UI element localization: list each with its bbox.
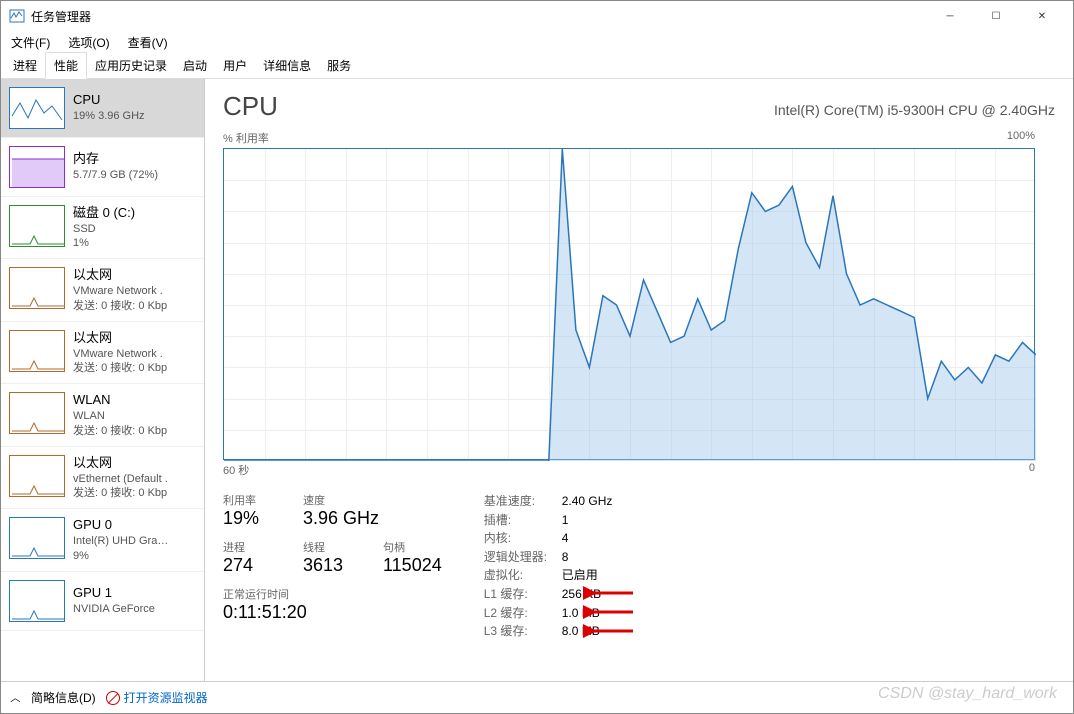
speed-label: 速度 (303, 492, 379, 508)
window-controls: ─ ☐ ✕ (927, 1, 1065, 31)
sidebar-item-sub: VMware Network . (73, 347, 167, 361)
tab-users[interactable]: 用户 (215, 53, 255, 78)
sidebar-item-sub: VMware Network . (73, 284, 167, 298)
spec-table: 基准速度:2.40 GHz 插槽:1 内核:4 逻辑处理器:8 虚拟化:已启用 … (484, 492, 613, 641)
cpu-chart (223, 148, 1035, 460)
uptime-value: 0:11:51:20 (223, 602, 442, 623)
tab-services[interactable]: 服务 (319, 53, 359, 78)
resmon-icon (106, 691, 120, 705)
menu-view[interactable]: 查看(V) (124, 32, 172, 53)
sidebar-item-2[interactable]: 磁盘 0 (C:)SSD1% (1, 197, 204, 259)
spec-l2: 1.0 MB (562, 604, 600, 623)
sidebar-thumb (9, 330, 65, 372)
sidebar-item-title: 以太网 (73, 455, 168, 472)
sidebar-thumb (9, 392, 65, 434)
spec-l3: 8.0 MB (562, 622, 600, 641)
brief-info-link[interactable]: 简略信息(D) (31, 689, 96, 706)
sidebar-thumb (9, 580, 65, 622)
menu-file[interactable]: 文件(F) (7, 32, 54, 53)
page-title: CPU (223, 91, 278, 122)
sidebar-thumb (9, 205, 65, 247)
tabbar: 进程 性能 应用历史记录 启动 用户 详细信息 服务 (1, 53, 1073, 79)
sidebar-item-3[interactable]: 以太网VMware Network .发送: 0 接收: 0 Kbp (1, 259, 204, 321)
sidebar-item-4[interactable]: 以太网VMware Network .发送: 0 接收: 0 Kbp (1, 322, 204, 384)
sidebar-thumb (9, 87, 65, 129)
sidebar-item-title: 内存 (73, 151, 158, 168)
sidebar-item-sub: SSD (73, 222, 135, 236)
tab-details[interactable]: 详细信息 (255, 53, 319, 78)
sidebar-item-title: 以太网 (73, 267, 167, 284)
chart-ylabel: % 利用率 (223, 130, 269, 146)
threads-label: 线程 (303, 539, 361, 555)
tab-app-history[interactable]: 应用历史记录 (87, 53, 175, 78)
perf-content: CPU Intel(R) Core(TM) i5-9300H CPU @ 2.4… (205, 79, 1073, 681)
close-button[interactable]: ✕ (1019, 1, 1065, 31)
sidebar-item-title: GPU 0 (73, 517, 168, 534)
handles-value: 115024 (383, 555, 442, 576)
spec-l1: 256 KB (562, 585, 601, 604)
resmon-link[interactable]: 打开资源监视器 (106, 689, 208, 706)
chart-ymax: 100% (1007, 130, 1035, 146)
titlebar[interactable]: 任务管理器 ─ ☐ ✕ (1, 1, 1073, 31)
procs-label: 进程 (223, 539, 281, 555)
sidebar-thumb (9, 455, 65, 497)
sidebar-item-title: 磁盘 0 (C:) (73, 205, 135, 222)
sidebar-item-sub: vEthernet (Default . (73, 472, 168, 486)
sidebar-item-sub: 5.7/7.9 GB (72%) (73, 168, 158, 182)
sidebar-item-sub: Intel(R) UHD Gra… (73, 534, 168, 548)
sidebar-thumb (9, 267, 65, 309)
tab-processes[interactable]: 进程 (5, 53, 45, 78)
chart-xleft: 60 秒 (223, 462, 249, 478)
util-value: 19% (223, 508, 281, 529)
procs-value: 274 (223, 555, 281, 576)
chart-xright: 0 (1029, 462, 1035, 478)
sidebar-item-7[interactable]: GPU 0Intel(R) UHD Gra…9% (1, 509, 204, 571)
sidebar-item-1[interactable]: 内存5.7/7.9 GB (72%) (1, 138, 204, 197)
sidebar-item-6[interactable]: 以太网vEthernet (Default .发送: 0 接收: 0 Kbp (1, 447, 204, 509)
maximize-button[interactable]: ☐ (973, 1, 1019, 31)
sidebar-item-0[interactable]: CPU19% 3.96 GHz (1, 79, 204, 138)
sidebar-item-title: GPU 1 (73, 585, 155, 602)
window-title: 任务管理器 (31, 8, 91, 25)
util-label: 利用率 (223, 492, 281, 508)
sidebar-thumb (9, 517, 65, 559)
sidebar-item-title: 以太网 (73, 330, 167, 347)
tab-startup[interactable]: 启动 (175, 53, 215, 78)
sidebar[interactable]: CPU19% 3.96 GHz内存5.7/7.9 GB (72%)磁盘 0 (C… (1, 79, 205, 681)
spec-base: 2.40 GHz (562, 492, 613, 511)
cpu-model: Intel(R) Core(TM) i5-9300H CPU @ 2.40GHz (774, 102, 1055, 118)
sidebar-item-title: WLAN (73, 392, 167, 409)
spec-cores: 4 (562, 529, 569, 548)
app-icon (9, 8, 25, 24)
sidebar-item-8[interactable]: GPU 1NVIDIA GeForce (1, 572, 204, 631)
minimize-button[interactable]: ─ (927, 1, 973, 31)
sidebar-item-sub: 19% 3.96 GHz (73, 109, 145, 123)
sidebar-thumb (9, 146, 65, 188)
speed-value: 3.96 GHz (303, 508, 379, 529)
footer: 〈 简略信息(D) 打开资源监视器 (1, 681, 1073, 713)
menubar: 文件(F) 选项(O) 查看(V) (1, 31, 1073, 53)
sidebar-item-sub: WLAN (73, 409, 167, 423)
threads-value: 3613 (303, 555, 361, 576)
spec-virt: 已启用 (562, 566, 598, 585)
sidebar-item-title: CPU (73, 92, 145, 109)
handles-label: 句柄 (383, 539, 442, 555)
uptime-label: 正常运行时间 (223, 586, 442, 602)
spec-sockets: 1 (562, 511, 569, 530)
tab-performance[interactable]: 性能 (45, 52, 87, 79)
spec-lprocs: 8 (562, 548, 569, 567)
sidebar-item-sub: NVIDIA GeForce (73, 602, 155, 616)
menu-options[interactable]: 选项(O) (64, 32, 113, 53)
chevron-up-icon[interactable]: 〈 (9, 693, 24, 703)
sidebar-item-5[interactable]: WLANWLAN发送: 0 接收: 0 Kbp (1, 384, 204, 446)
